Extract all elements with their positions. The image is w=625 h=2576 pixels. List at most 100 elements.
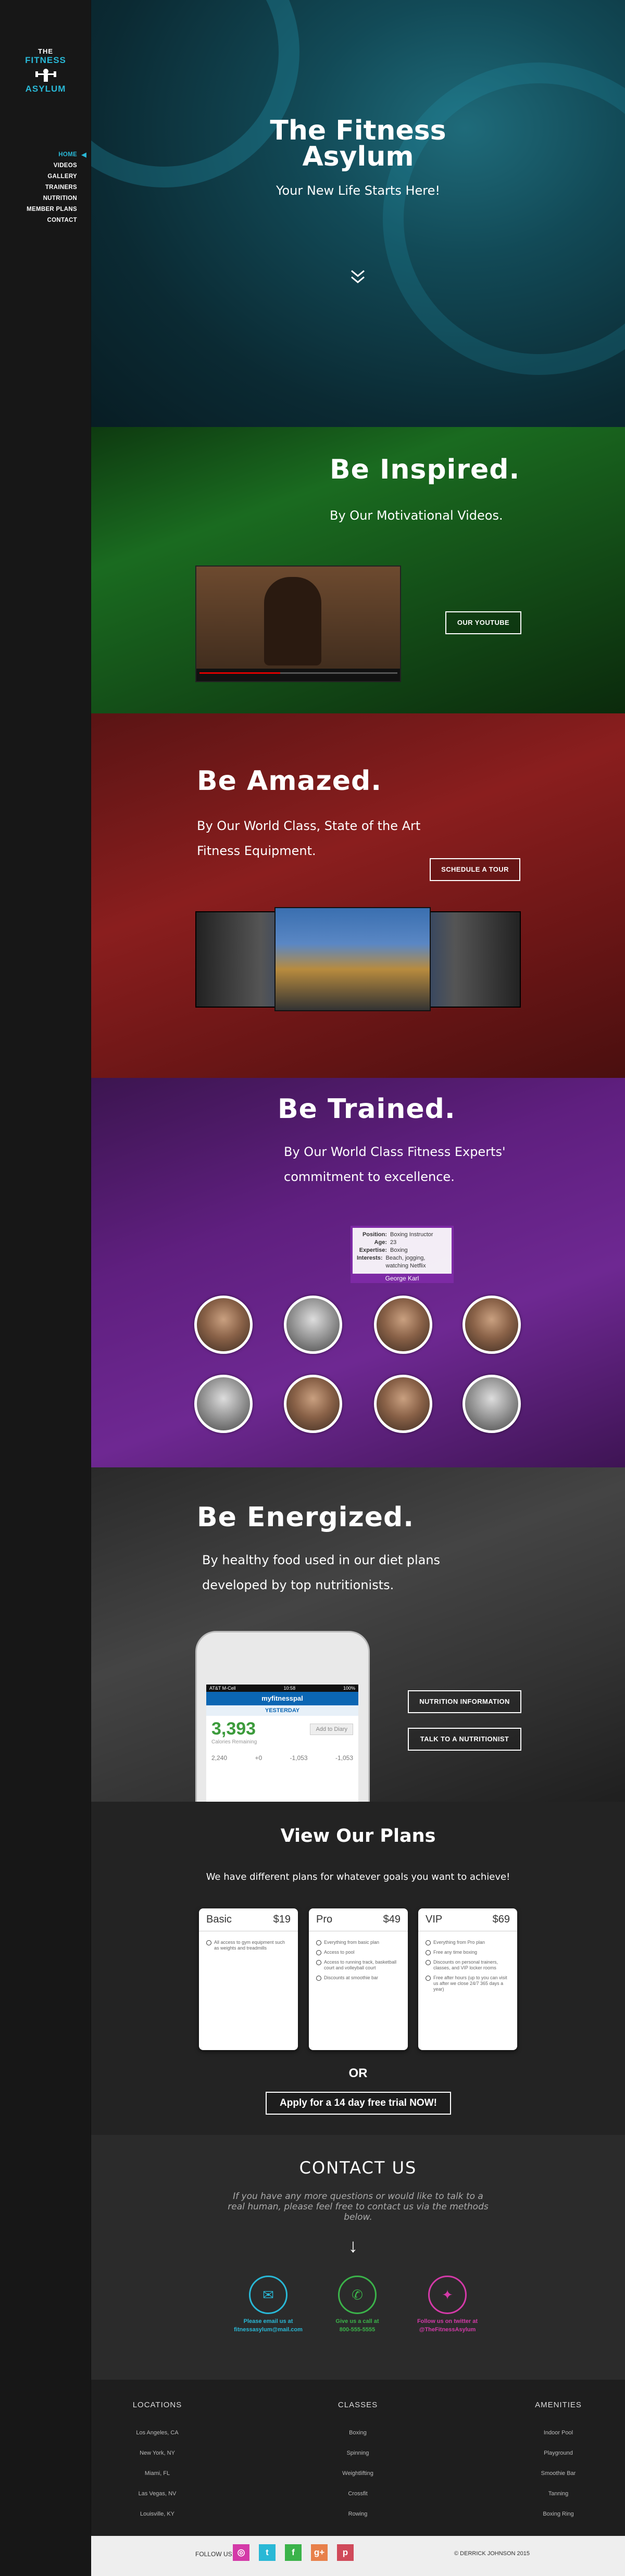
- footer-link[interactable]: Indoor Pool: [506, 2423, 610, 2443]
- contact-section: CONTACT US If you have any more question…: [91, 2135, 625, 2380]
- footer-link[interactable]: Tanning: [506, 2484, 610, 2504]
- plan-feature: Access to running track, basketball cour…: [316, 1959, 401, 1971]
- amazed-heading: Be Amazed.: [197, 765, 382, 797]
- energized-text: By healthy food used in our diet plans d…: [202, 1553, 441, 1592]
- instagram-icon[interactable]: ◎: [233, 2544, 249, 2561]
- gym-building-image[interactable]: [274, 907, 431, 1011]
- nav-item-gallery[interactable]: GALLERY: [27, 171, 77, 182]
- footer-link[interactable]: Weightlifting: [306, 2464, 410, 2484]
- logo-line3: ASYLUM: [25, 84, 66, 94]
- trained-heading: Be Trained.: [278, 1094, 456, 1125]
- plan-feature: Access to pool: [316, 1950, 401, 1955]
- trainer-tooltip: Position: Boxing Instructor Age: 23 Expert…: [351, 1226, 454, 1283]
- trainer-avatar[interactable]: [284, 1296, 342, 1354]
- trainer-avatar[interactable]: [194, 1296, 253, 1354]
- footer-link[interactable]: Smoothie Bar: [506, 2464, 610, 2484]
- phone-screen: AT&T M-Cell 10:58 100% myfitnesspal YEST…: [206, 1685, 358, 1802]
- contact-text: If you have any more questions or would …: [228, 2191, 489, 2222]
- twitter-icon[interactable]: ✦: [428, 2276, 467, 2314]
- dumbbell-icon: [35, 69, 56, 82]
- scroll-down-icon[interactable]: [347, 267, 368, 287]
- trainer-avatar[interactable]: [374, 1375, 432, 1433]
- googleplus-icon[interactable]: g+: [311, 2544, 328, 2561]
- email-contact[interactable]: Please email us at fitnessasylum@mail.co…: [216, 2317, 320, 2334]
- footer-locations: LOCATIONS Los Angeles, CA New York, NY M…: [105, 2401, 209, 2524]
- footer-link[interactable]: New York, NY: [105, 2443, 209, 2464]
- footer-link[interactable]: Los Angeles, CA: [105, 2423, 209, 2443]
- inspired-heading: Be Inspired.: [330, 454, 520, 485]
- phone-calories: 3,393: [211, 1719, 256, 1739]
- active-indicator-icon: ◀: [81, 151, 86, 158]
- phone-mockup: AT&T M-Cell 10:58 100% myfitnesspal YEST…: [195, 1631, 370, 1802]
- trainer-avatar[interactable]: [463, 1375, 521, 1433]
- trainer-avatar[interactable]: [374, 1296, 432, 1354]
- nav-item-videos[interactable]: VIDEOS: [27, 160, 77, 171]
- pinterest-icon[interactable]: p: [337, 2544, 354, 2561]
- footer-link[interactable]: Las Vegas, NV: [105, 2484, 209, 2504]
- footer-amenities: AMENITIES Indoor Pool Playground Smoothi…: [506, 2401, 610, 2524]
- logo[interactable]: THE FITNESS ASYLUM: [21, 48, 70, 93]
- energized-section: Be Energized. By healthy food used in ou…: [91, 1467, 625, 1802]
- plan-feature: Everything from Pro plan: [426, 1940, 510, 1945]
- plan-card-vip[interactable]: VIP $69 Everything from Pro plan Free any…: [418, 1908, 517, 2050]
- footer-link[interactable]: Rowing: [306, 2504, 410, 2524]
- hero-background-plate: [383, 62, 625, 375]
- inspired-section: Be Inspired. By Our Motivational Videos.…: [91, 427, 625, 713]
- tooltip-interests: Beach, jogging, watching Netflix: [385, 1255, 426, 1269]
- nav-item-nutrition[interactable]: NUTRITION: [27, 193, 77, 204]
- phone-contact[interactable]: Give us a call at 800-555-5555: [305, 2317, 409, 2334]
- phone-add-button: Add to Diary: [310, 1723, 353, 1735]
- gym-gallery-image[interactable]: [195, 907, 521, 1011]
- amazed-text: By Our World Class, State of the Art Fit…: [197, 819, 421, 858]
- twitter-contact[interactable]: Follow us on twitter at @TheFitnessAsylu…: [395, 2317, 499, 2334]
- phone-status-bar: AT&T M-Cell 10:58 100%: [206, 1685, 358, 1692]
- tooltip-trainer-name: George Karl: [353, 1274, 452, 1283]
- facebook-icon[interactable]: f: [285, 2544, 302, 2561]
- talk-nutritionist-button[interactable]: TALK TO A NUTRITIONIST: [408, 1728, 521, 1751]
- footer-link[interactable]: Spinning: [306, 2443, 410, 2464]
- hero-subtitle: Your New Life Starts Here!: [276, 183, 441, 198]
- phone-stats: 2,240 +0 -1,053 -1,053: [211, 1754, 353, 1762]
- nav-item-trainers[interactable]: TRAINERS: [27, 182, 77, 193]
- twitter-icon[interactable]: t: [259, 2544, 276, 2561]
- video-thumbnail: [264, 577, 321, 665]
- nav-item-contact[interactable]: CONTACT: [27, 215, 77, 226]
- email-icon[interactable]: ✉: [249, 2276, 288, 2314]
- plan-feature: Discounts at smoothie bar: [316, 1975, 401, 1981]
- plan-card-basic[interactable]: Basic $19 All access to gym equipment suc…: [199, 1908, 298, 2050]
- footer-link[interactable]: Boxing Ring: [506, 2504, 610, 2524]
- free-trial-button[interactable]: Apply for a 14 day free trial NOW!: [266, 2092, 451, 2115]
- footer-link[interactable]: Miami, FL: [105, 2464, 209, 2484]
- tooltip-position: Boxing Instructor: [390, 1232, 433, 1238]
- plan-price: $19: [273, 1914, 291, 1925]
- logo-line1: THE: [38, 47, 53, 55]
- footer-link[interactable]: Louisville, KY: [105, 2504, 209, 2524]
- plan-price: $69: [492, 1914, 510, 1925]
- our-youtube-button[interactable]: OUR YOUTUBE: [445, 611, 521, 634]
- plan-card-pro[interactable]: Pro $49 Everything from basic plan Access…: [309, 1908, 408, 2050]
- hero-title: The Fitness Asylum: [270, 115, 446, 172]
- hero-section: The Fitness Asylum Your New Life Starts …: [91, 0, 625, 427]
- arrow-down-icon: ↓: [348, 2235, 358, 2256]
- video-progress-bar[interactable]: [199, 672, 397, 674]
- footer-link[interactable]: Boxing: [306, 2423, 410, 2443]
- plan-name: VIP: [426, 1914, 443, 1925]
- phone-icon[interactable]: ✆: [338, 2276, 377, 2314]
- main-nav: HOME ◀ VIDEOS GALLERY TRAINERS NUTRITION …: [27, 149, 86, 226]
- trainer-avatar[interactable]: [463, 1296, 521, 1354]
- nutrition-info-button[interactable]: NUTRITION INFORMATION: [408, 1690, 521, 1713]
- youtube-video-player[interactable]: [195, 566, 401, 682]
- trainer-avatar[interactable]: [194, 1375, 253, 1433]
- nav-item-member-plans[interactable]: MEMBER PLANS: [27, 204, 77, 215]
- nav-item-home[interactable]: HOME ◀: [27, 149, 86, 160]
- plan-feature: Free any time boxing: [426, 1950, 510, 1955]
- phone-app-title: myfitnesspal: [206, 1692, 358, 1705]
- footer-link[interactable]: Crossfit: [306, 2484, 410, 2504]
- footer-classes: CLASSES Boxing Spinning Weightlifting Cr…: [306, 2401, 410, 2524]
- video-controls[interactable]: [196, 669, 400, 681]
- trainer-avatar[interactable]: [284, 1375, 342, 1433]
- footer-link[interactable]: Playground: [506, 2443, 610, 2464]
- schedule-tour-button[interactable]: SCHEDULE A TOUR: [430, 858, 520, 881]
- trained-text: By Our World Class Fitness Experts' comm…: [284, 1145, 506, 1184]
- footer-section: LOCATIONS Los Angeles, CA New York, NY M…: [91, 2380, 625, 2536]
